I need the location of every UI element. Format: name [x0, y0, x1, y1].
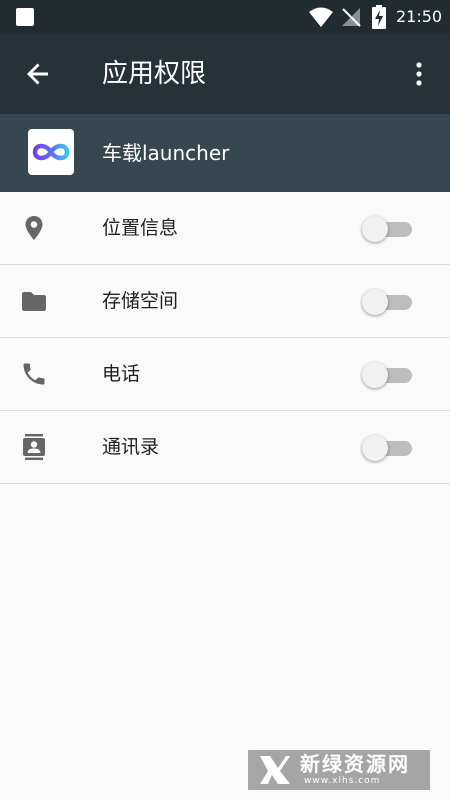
permission-label: 位置信息: [102, 217, 179, 239]
app-icon: [28, 129, 74, 175]
permission-label: 电话: [102, 363, 141, 385]
notification-icon: [16, 8, 34, 26]
page-title: 应用权限: [102, 59, 207, 89]
infinity-logo-icon: [32, 143, 70, 161]
folder-icon: [22, 292, 46, 311]
toggle-thumb: [362, 362, 388, 388]
permission-row-storage[interactable]: 存储空间: [0, 265, 450, 338]
location-icon: [25, 216, 43, 240]
battery-charging-icon: [372, 5, 386, 29]
permission-row-location[interactable]: 位置信息: [0, 192, 450, 265]
watermark-logo-icon: [260, 756, 290, 784]
toggle-thumb: [362, 435, 388, 461]
no-signal-icon: [342, 8, 361, 27]
permission-label: 通讯录: [102, 436, 160, 458]
back-arrow-icon[interactable]: [24, 60, 52, 88]
contacts-toggle[interactable]: [362, 433, 414, 463]
toggle-thumb: [362, 216, 388, 242]
toggle-thumb: [362, 289, 388, 315]
permission-label: 存储空间: [102, 290, 179, 312]
status-bar: 21:50: [0, 0, 450, 34]
wifi-icon: [309, 7, 333, 27]
app-header: 车载launcher: [0, 114, 450, 192]
contacts-icon: [23, 434, 45, 460]
status-time: 21:50: [396, 7, 443, 26]
phone-icon: [23, 363, 45, 385]
location-toggle[interactable]: [362, 214, 414, 244]
permission-list: 位置信息 存储空间 电话 通讯录: [0, 192, 450, 484]
permission-row-contacts[interactable]: 通讯录: [0, 411, 450, 484]
more-vert-icon[interactable]: [408, 60, 430, 88]
app-name: 车载launcher: [102, 141, 230, 165]
watermark-title: 新绿资源网: [300, 752, 410, 776]
storage-toggle[interactable]: [362, 287, 414, 317]
watermark: 新绿资源网 www.xlhs.com: [248, 750, 430, 790]
watermark-url: www.xlhs.com: [304, 776, 381, 786]
permission-row-phone[interactable]: 电话: [0, 338, 450, 411]
phone-toggle[interactable]: [362, 360, 414, 390]
app-bar: 应用权限: [0, 34, 450, 114]
